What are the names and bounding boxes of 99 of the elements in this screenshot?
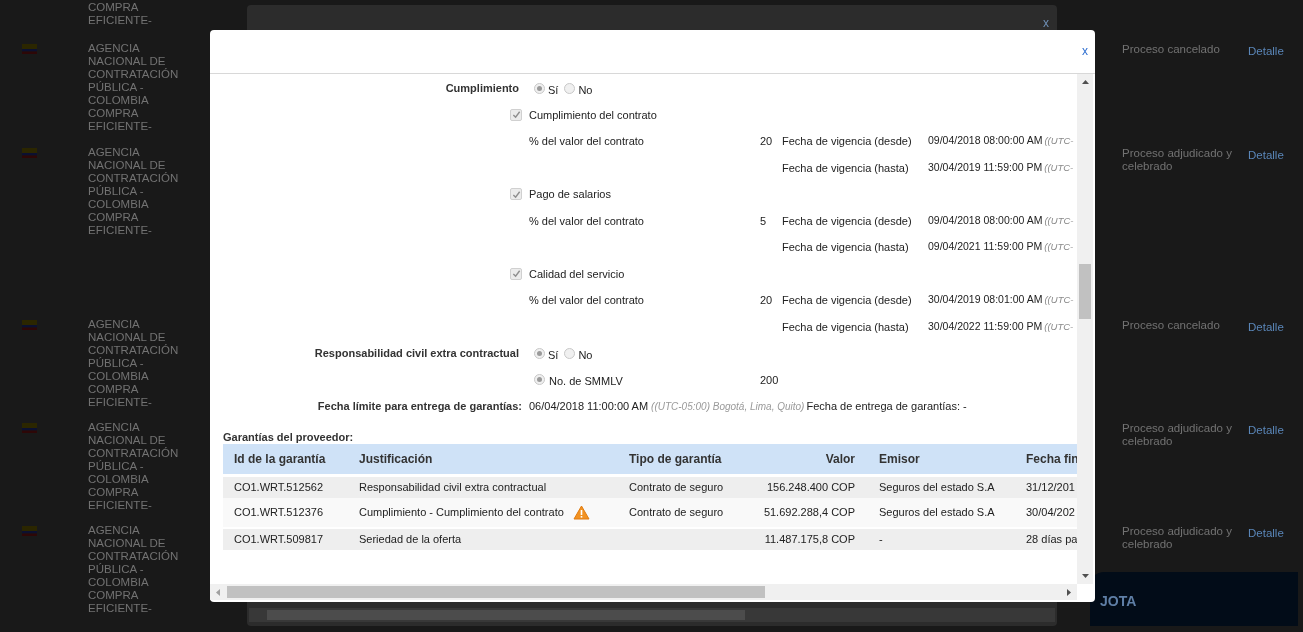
agency-name: AGENCIA NACIONAL DE CONTRATACIÓN PÚBLICA - COLOMBIA COMPRA EFICIENTE-	[88, 524, 180, 615]
table-cell-text: Contrato de seguro	[629, 479, 724, 495]
table-cell-text: Seriedad de la oferta	[359, 531, 462, 547]
table-cell-text: CO1.WRT.512562	[234, 479, 324, 495]
detail-link[interactable]: Detalle	[1248, 146, 1284, 165]
table-cell-text: CO1.WRT.512376	[234, 504, 324, 520]
section-title: Garantías del proveedor:	[223, 429, 354, 444]
table-cell-text: CO1.WRT.509817	[234, 531, 324, 547]
field-label: % del valor del contrato	[529, 214, 644, 227]
table-cell-text: Seguros del estado S.A	[879, 479, 995, 495]
table-cell-text: 11.487.175,8 COP	[764, 531, 855, 547]
field-label: Fecha límite para entrega de garantías:	[317, 399, 522, 414]
checkbox-label: Pago de salarios	[529, 187, 611, 202]
delivery-date-text: Fecha de entrega de garantías: -	[806, 399, 967, 414]
checkbox-label: Cumplimiento del contrato	[529, 107, 657, 123]
timezone-text: ((UTC-	[1044, 134, 1074, 149]
detail-link[interactable]: Detalle	[1248, 421, 1284, 440]
field-label: Fecha de vigencia (hasta)	[782, 161, 909, 174]
table-cell-text: 51.692.288,4 COP	[763, 504, 855, 520]
table-cell-text: -	[879, 531, 883, 547]
table-cell-text: 156.248.400 COP	[766, 479, 855, 495]
field-label: Fecha de vigencia (desde)	[782, 294, 912, 306]
radio-button[interactable]	[534, 82, 545, 94]
timezone-text: ((UTC-05:00) Bogotá, Lima, Quito)	[651, 399, 805, 414]
date-value: 30/04/2022 11:59:00 PM	[928, 318, 1043, 334]
field-label: Fecha de vigencia (desde)	[782, 214, 912, 227]
scrollbar-thumb[interactable]	[227, 586, 765, 598]
timezone-text: ((UTC-	[1044, 293, 1074, 308]
agency-name: COMPRA EFICIENTE-	[88, 1, 153, 27]
detail-link[interactable]: Detalle	[1248, 318, 1284, 337]
agency-name: AGENCIA NACIONAL DE CONTRATACIÓN PÚBLICA - COLOMBIA COMPRA EFICIENTE-	[88, 318, 180, 409]
smmlv-value: 200	[760, 372, 779, 388]
banner-text: JOTA	[1100, 593, 1137, 609]
scroll-down-icon[interactable]	[1081, 574, 1089, 578]
process-status: Proceso adjudicado y celebrado	[1122, 421, 1233, 448]
scrollbar-thumb[interactable]	[1079, 264, 1091, 319]
field-label: Cumplimiento	[445, 81, 519, 96]
timezone-text: ((UTC-	[1044, 160, 1074, 175]
table-cell-text: Contrato de seguro	[629, 504, 724, 520]
field-label: Fecha de vigencia (hasta)	[782, 320, 909, 333]
column-heading: Id de la garantía	[234, 450, 326, 468]
percent-value: 5	[760, 214, 767, 227]
timezone-text: ((UTC-	[1044, 319, 1074, 334]
table-cell-text: Responsabilidad civil extra contractual	[359, 479, 547, 495]
table-cell-text: Cumplimiento - Cumplimiento del contrato	[359, 504, 564, 520]
process-status: Proceso cancelado	[1122, 318, 1221, 332]
column-heading: Valor	[825, 450, 855, 468]
date-value: 30/04/2019 08:01:00 AM	[928, 292, 1043, 308]
table-cell-text: 30/04/202	[1026, 504, 1075, 520]
checkbox-label: Calidad del servicio	[529, 266, 625, 282]
table-cell-text: Seguros del estado S.A	[879, 504, 995, 520]
field-label: % del valor del contrato	[529, 294, 644, 306]
agency-name: AGENCIA NACIONAL DE CONTRATACIÓN PÚBLICA - COLOMBIA COMPRA EFICIENTE-	[88, 421, 180, 512]
scrollbar[interactable]	[210, 584, 1077, 600]
close-button[interactable]: x	[1043, 14, 1049, 32]
scroll-up-icon[interactable]	[1081, 80, 1089, 84]
radio-button[interactable]	[564, 82, 576, 94]
column-heading: Justificación	[359, 450, 433, 468]
date-value: 09/04/2021 11:59:00 PM	[928, 239, 1043, 255]
process-status: Proceso cancelado	[1122, 42, 1221, 56]
column-heading: Fecha fin	[1026, 450, 1077, 468]
detail-link[interactable]: Detalle	[1248, 42, 1284, 61]
checkbox[interactable]	[510, 267, 522, 280]
agency-name: AGENCIA NACIONAL DE CONTRATACIÓN PÚBLICA - COLOMBIA COMPRA EFICIENTE-	[88, 42, 180, 133]
agency-name: AGENCIA NACIONAL DE CONTRATACIÓN PÚBLICA - COLOMBIA COMPRA EFICIENTE-	[88, 146, 180, 237]
radio-button[interactable]	[534, 347, 545, 359]
radio-label: Sí	[548, 82, 559, 98]
timezone-text: ((UTC-	[1044, 213, 1074, 228]
close-button[interactable]: x	[1082, 41, 1088, 60]
checkbox[interactable]	[510, 108, 522, 121]
column-heading: Tipo de garantía	[629, 450, 722, 468]
radio-label: No	[578, 347, 593, 363]
detail-link[interactable]: Detalle	[1248, 524, 1284, 543]
table-cell-text: 31/12/201	[1026, 479, 1075, 495]
field-label: Responsabilidad civil extra contractual	[314, 346, 519, 361]
radio-button[interactable]	[534, 374, 545, 386]
process-status: Proceso adjudicado y celebrado	[1122, 146, 1233, 173]
table-cell-text: 28 días pa	[1026, 531, 1077, 547]
radio-button[interactable]	[564, 347, 576, 359]
scroll-right-icon[interactable]	[1067, 588, 1071, 596]
date-value: 06/04/2018 11:00:00 AM	[529, 399, 649, 414]
column-heading: Emisor	[879, 450, 920, 468]
percent-value: 20	[760, 135, 773, 147]
percent-value: 20	[760, 294, 773, 306]
field-label: Fecha de vigencia (hasta)	[782, 241, 909, 253]
timezone-text: ((UTC-	[1044, 240, 1074, 255]
scrollbar[interactable]	[249, 608, 1055, 622]
radio-label: No	[578, 82, 593, 98]
date-value: 30/04/2019 11:59:00 PM	[928, 159, 1043, 175]
scrollbar[interactable]	[1077, 74, 1093, 584]
date-value: 09/04/2018 08:00:00 AM	[928, 133, 1043, 149]
radio-label: No. de SMMLV	[549, 374, 623, 389]
process-status: Proceso adjudicado y celebrado	[1122, 524, 1233, 551]
scroll-left-icon[interactable]	[216, 588, 220, 596]
checkbox[interactable]	[510, 188, 522, 201]
field-label: % del valor del contrato	[529, 135, 644, 147]
field-label: Fecha de vigencia (desde)	[782, 135, 912, 147]
radio-label: Sí	[548, 347, 559, 363]
date-value: 09/04/2018 08:00:00 AM	[928, 212, 1043, 228]
